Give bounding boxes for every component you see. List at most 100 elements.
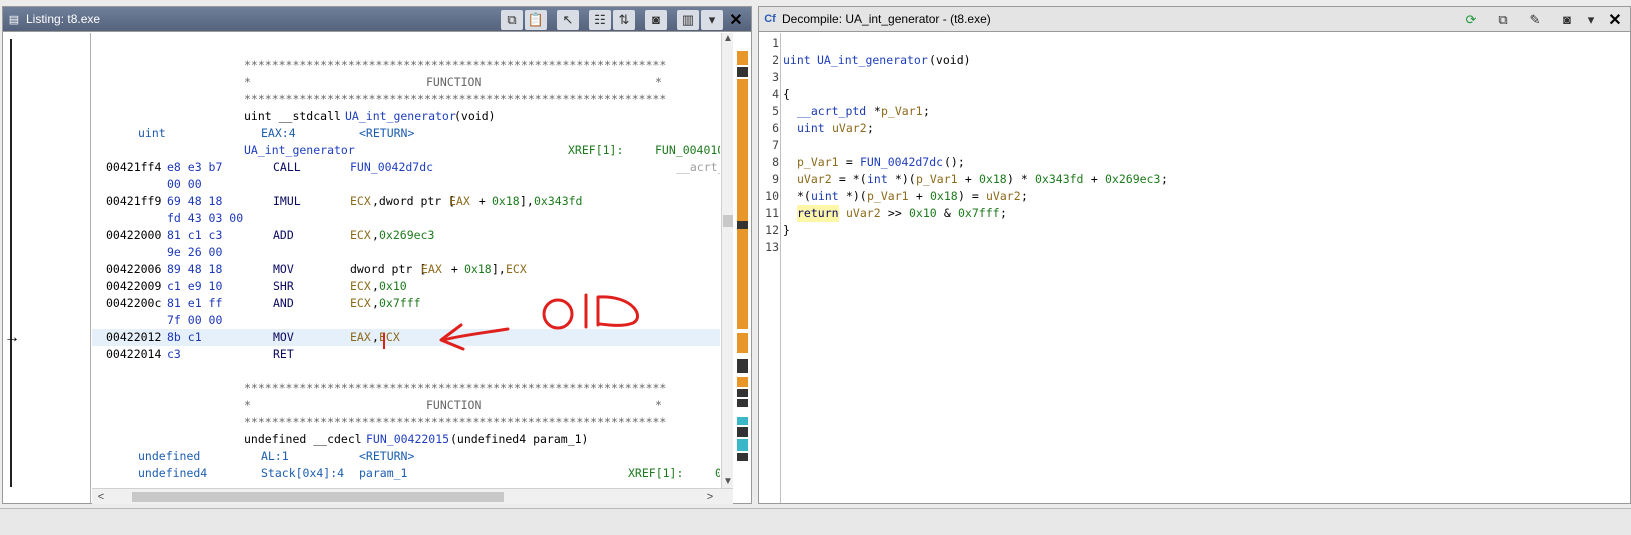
listing-token[interactable]: undefined __cdecl bbox=[244, 431, 369, 448]
decompile-token[interactable]: ; bbox=[1161, 171, 1168, 188]
listing-token[interactable]: ADD bbox=[273, 227, 294, 244]
listing-token[interactable]: SHR bbox=[273, 278, 294, 295]
listing-token[interactable]: + bbox=[444, 261, 465, 278]
listing-token[interactable]: 00422006 bbox=[106, 261, 161, 278]
listing-token[interactable]: MOV bbox=[273, 261, 294, 278]
listing-token[interactable]: FUN_004010 bbox=[655, 142, 720, 159]
decompile-token[interactable]: 0x7fff bbox=[958, 205, 1000, 222]
listing-token[interactable]: 0x18 bbox=[464, 261, 492, 278]
listing-token[interactable]: 0x10 bbox=[379, 278, 407, 295]
listing-token[interactable]: UA_int_generator bbox=[345, 108, 456, 125]
listing-token[interactable]: 0042200c bbox=[106, 295, 161, 312]
close-icon[interactable]: ✕ bbox=[725, 10, 747, 30]
listing-token[interactable]: ECX bbox=[350, 295, 371, 312]
decompile-token[interactable]: 0x18 bbox=[930, 188, 958, 205]
listing-token[interactable]: uint bbox=[138, 125, 166, 142]
listing-token[interactable]: 0x18 bbox=[492, 193, 520, 210]
decompile-token[interactable]: = *( bbox=[832, 171, 867, 188]
listing-token[interactable]: , bbox=[372, 329, 379, 346]
listing-token[interactable]: 9e 26 00 bbox=[167, 244, 222, 261]
listing-token[interactable]: CALL bbox=[273, 159, 301, 176]
listing-token[interactable]: EAX bbox=[421, 261, 442, 278]
decompile-token[interactable]: uint bbox=[797, 120, 825, 137]
listing-token[interactable]: ****************************************… bbox=[244, 57, 666, 74]
scroll-thumb[interactable] bbox=[132, 492, 504, 502]
paste-icon[interactable]: 📋 bbox=[525, 9, 547, 30]
decompile-token[interactable]: p_Var1 bbox=[881, 103, 923, 120]
decompile-token[interactable]: (void) bbox=[929, 52, 971, 69]
decompile-token[interactable]: __acrt_ptd bbox=[797, 103, 866, 120]
listing-token[interactable]: undefined4 bbox=[138, 465, 207, 482]
edit-icon[interactable]: ✎ bbox=[1524, 10, 1546, 30]
listing-token[interactable]: undefined bbox=[138, 448, 200, 465]
listing-token[interactable]: ****************************************… bbox=[244, 91, 666, 108]
refresh-icon[interactable]: ⟳ bbox=[1460, 10, 1482, 30]
field-editor-icon[interactable]: ☷ bbox=[589, 9, 611, 30]
snapshot-icon[interactable]: ◙ bbox=[1556, 10, 1578, 30]
listing-token[interactable]: UA_int_generator bbox=[244, 142, 355, 159]
listing-token[interactable]: ], bbox=[492, 261, 506, 278]
decompile-token[interactable]: ; bbox=[867, 120, 874, 137]
listing-token[interactable]: 00421ff9 bbox=[106, 193, 161, 210]
snapshot-icon[interactable]: ◙ bbox=[645, 9, 667, 30]
decompile-token[interactable]: uVar2 bbox=[846, 205, 881, 222]
decompile-token[interactable]: } bbox=[783, 222, 790, 239]
decompile-token[interactable] bbox=[825, 120, 832, 137]
listing-code[interactable]: ****************************************… bbox=[92, 33, 720, 488]
decompile-token[interactable]: int bbox=[867, 171, 888, 188]
listing-token[interactable]: <RETURN> bbox=[359, 125, 414, 142]
listing-token[interactable]: FUNCTION bbox=[426, 74, 481, 91]
listing-token[interactable]: * bbox=[655, 74, 662, 91]
layout-icon[interactable]: ▥ bbox=[677, 9, 699, 30]
decompile-token[interactable]: ; bbox=[923, 103, 930, 120]
listing-token[interactable]: , bbox=[372, 278, 379, 295]
listing-token[interactable]: XREF[1]: bbox=[568, 142, 623, 159]
decompile-token[interactable]: uVar2 bbox=[832, 120, 867, 137]
decompile-token[interactable]: 0x269ec3 bbox=[1105, 171, 1160, 188]
scroll-left-icon[interactable]: < bbox=[94, 489, 108, 505]
dropdown-icon[interactable]: ▾ bbox=[1580, 10, 1602, 30]
listing-overview-bar[interactable] bbox=[734, 33, 751, 488]
decompile-code[interactable]: uint UA_int_generator (void) {__acrt_ptd *… bbox=[783, 33, 1630, 503]
listing-token[interactable]: FUN_00422015 bbox=[366, 431, 449, 448]
listing-token[interactable]: ECX bbox=[350, 227, 371, 244]
decompile-token[interactable]: *)( bbox=[839, 188, 867, 205]
listing-token[interactable]: c3 bbox=[167, 346, 181, 363]
decompile-token[interactable]: >> bbox=[881, 205, 909, 222]
listing-token[interactable]: c1 e9 10 bbox=[167, 278, 222, 295]
listing-token[interactable]: , bbox=[372, 227, 379, 244]
listing-token[interactable]: 0x269ec3 bbox=[379, 227, 434, 244]
decompile-token[interactable]: * bbox=[867, 103, 881, 120]
listing-token[interactable]: 0 bbox=[715, 465, 720, 482]
listing-token[interactable]: FUN_0042d7dc bbox=[350, 159, 433, 176]
decompile-token[interactable]: { bbox=[783, 86, 790, 103]
listing-token[interactable]: <RETURN> bbox=[359, 448, 414, 465]
decompile-token[interactable] bbox=[839, 205, 846, 222]
decompile-token[interactable]: ) = bbox=[958, 188, 986, 205]
listing-token[interactable]: + bbox=[472, 193, 493, 210]
copy-icon[interactable]: ⧉ bbox=[1492, 10, 1514, 30]
listing-token[interactable]: ECX bbox=[506, 261, 527, 278]
scroll-down-icon[interactable]: ▼ bbox=[722, 476, 734, 488]
decompile-token[interactable]: + bbox=[909, 188, 930, 205]
decompile-token[interactable]: p_Var1 bbox=[797, 154, 839, 171]
decompile-token[interactable]: & bbox=[937, 205, 958, 222]
listing-token[interactable]: 00 00 bbox=[167, 176, 202, 193]
decompile-token[interactable]: return bbox=[797, 205, 839, 222]
listing-token[interactable]: 00421ff4 bbox=[106, 159, 161, 176]
listing-token[interactable]: 69 48 18 bbox=[167, 193, 222, 210]
decompile-token[interactable]: ; bbox=[1021, 188, 1028, 205]
listing-token[interactable]: ECX bbox=[350, 193, 371, 210]
listing-token[interactable]: 8b c1 bbox=[167, 329, 202, 346]
listing-token[interactable]: EAX:4 bbox=[261, 125, 296, 142]
listing-token[interactable]: 00422014 bbox=[106, 346, 161, 363]
decompile-token[interactable]: p_Var1 bbox=[867, 188, 909, 205]
listing-token[interactable]: EAX bbox=[350, 329, 371, 346]
listing-token[interactable]: dword ptr [ bbox=[350, 261, 426, 278]
listing-token[interactable]: (undefined4 param_1) bbox=[450, 431, 588, 448]
listing-token[interactable]: RET bbox=[273, 346, 294, 363]
decompile-token[interactable]: uint bbox=[783, 52, 818, 69]
listing-token[interactable]: param_1 bbox=[359, 465, 407, 482]
listing-token[interactable]: 00422000 bbox=[106, 227, 161, 244]
decompile-token[interactable]: (); bbox=[944, 154, 965, 171]
